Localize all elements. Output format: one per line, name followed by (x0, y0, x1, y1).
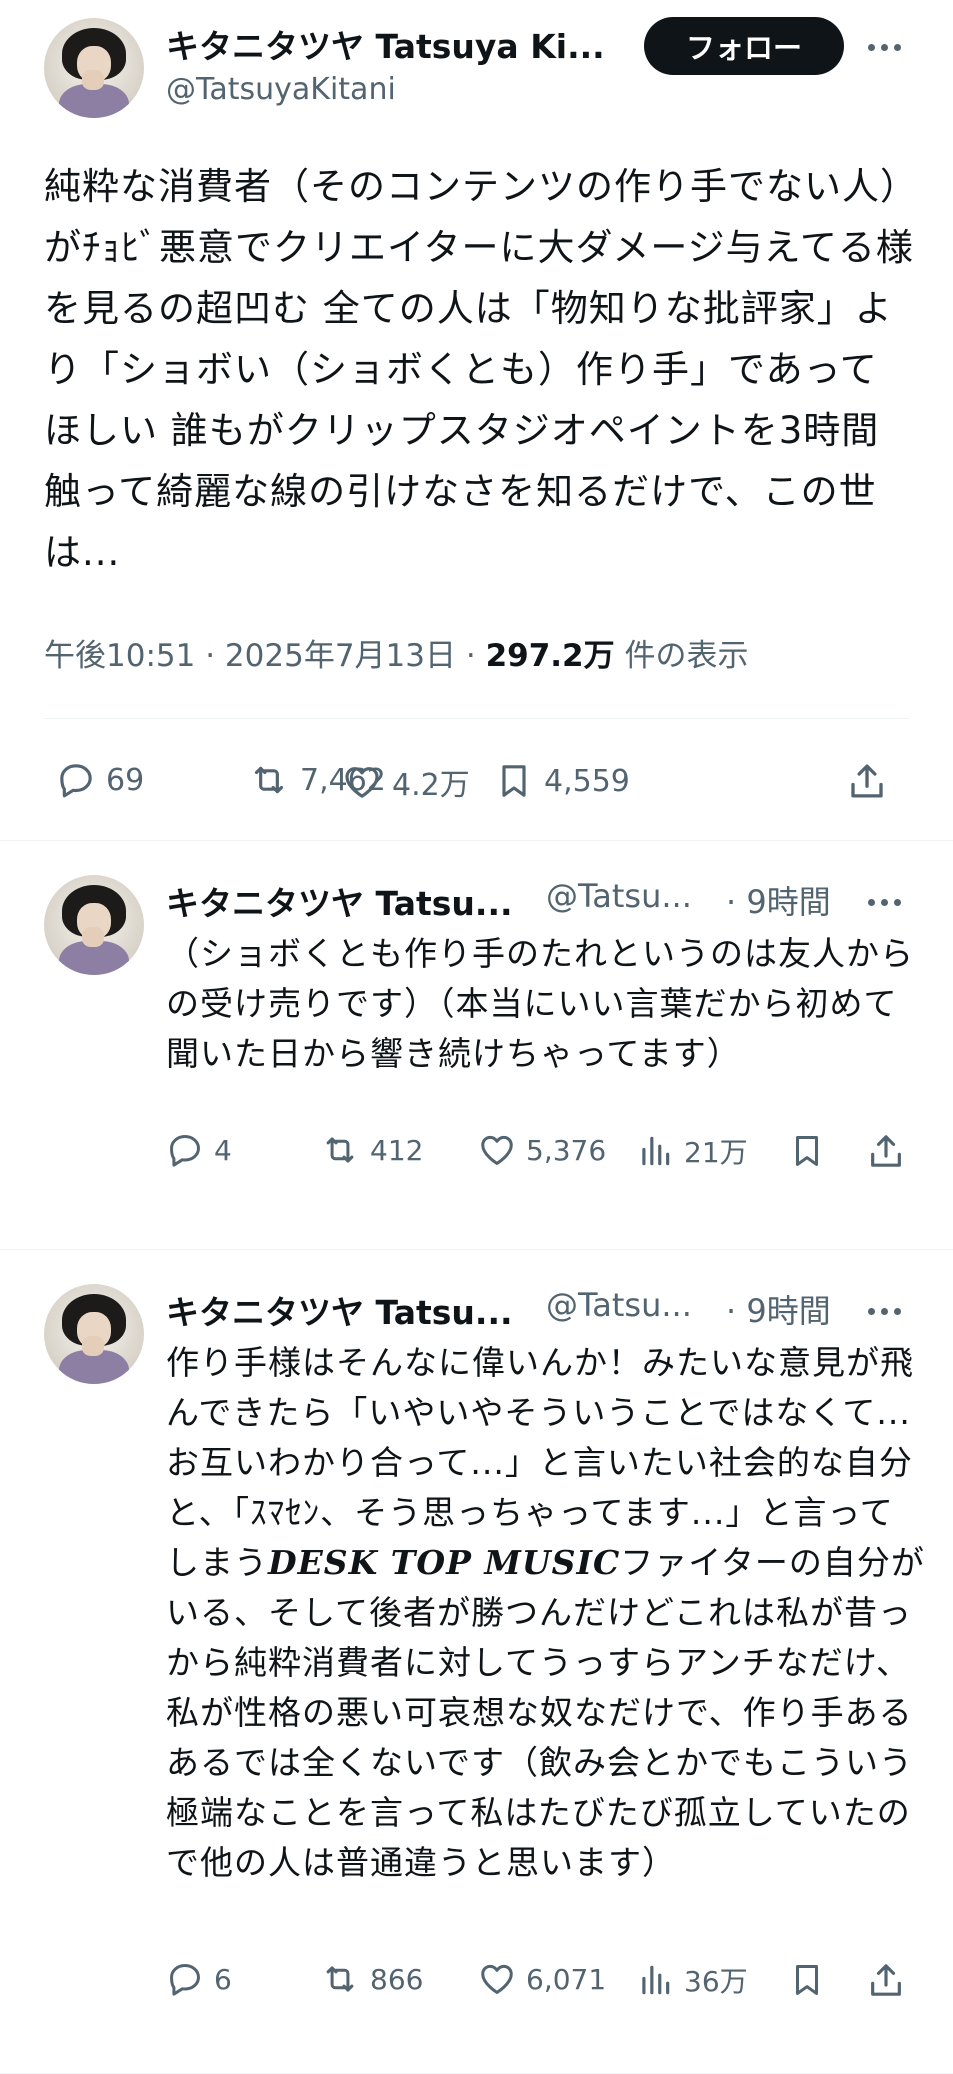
share-icon (866, 1960, 906, 2000)
reply-icon (56, 760, 96, 800)
views-count: 36万 (684, 1965, 748, 1998)
author-name[interactable]: キタニタツヤ Tatsu... (166, 877, 513, 925)
views-count: 297.2万 (485, 638, 615, 674)
analytics-icon (636, 1132, 674, 1170)
reply-icon (166, 1960, 204, 1998)
reply-post[interactable]: キタニタツヤ Tatsu... @Tatsu... · 9時間 （ショボくとも作… (0, 841, 953, 1250)
like-button[interactable]: 5,376 (478, 1131, 606, 1169)
analytics-icon (636, 1961, 674, 1999)
repost-button[interactable]: 412 (320, 1131, 423, 1169)
like-button[interactable]: 6,071 (478, 1960, 606, 1998)
reply-text: （ショボくとも作り手のたれというのは友人からの受け売りです）（本当にいい言葉だか… (166, 934, 914, 1073)
like-button[interactable]: 4.2万 (342, 760, 470, 804)
action-bar: 4 412 5,376 21万 (166, 1131, 926, 1181)
reply-text-part: ファイターの自分がいる、そして後者が勝つんだけどこれは私が昔っから純粋消費者に対… (166, 1543, 925, 1882)
like-count: 4.2万 (392, 768, 470, 803)
main-post: キタニタツヤ Tatsuya Ki... @TatsuyaKitani フォロー… (0, 0, 953, 841)
bookmark-count: 4,559 (544, 763, 630, 799)
views-count: 21万 (684, 1136, 748, 1169)
repost-icon (320, 1131, 360, 1169)
emphasis-text: DESK TOP MUSIC (268, 1543, 621, 1582)
repost-count: 412 (370, 1133, 424, 1167)
more-icon[interactable] (868, 1308, 901, 1315)
heart-icon (478, 1960, 516, 1998)
bookmark-icon (788, 1960, 826, 2000)
views-button[interactable]: 36万 (636, 1960, 748, 2000)
bookmark-icon (788, 1131, 826, 1171)
author-handle[interactable]: @Tatsu... (546, 1286, 692, 1324)
separator-dot: · (205, 638, 225, 674)
post-meta: 午後10:51 · 2025年7月13日 · 297.2万 件の表示 (44, 630, 748, 675)
author-handle[interactable]: @TatsuyaKitani (166, 72, 396, 107)
post-time[interactable]: · 9時間 (726, 1286, 831, 1332)
share-button[interactable] (866, 1131, 906, 1171)
reply-text: 作り手様はそんなに偉いんか！みたいな意見が飛んできたら「いやいやそういうことでは… (166, 1338, 926, 1888)
divider (44, 718, 910, 719)
reply-count: 69 (106, 762, 145, 798)
share-button[interactable] (866, 1960, 906, 2000)
share-icon (846, 760, 888, 802)
heart-icon (342, 762, 382, 802)
views-button[interactable]: 21万 (636, 1131, 748, 1171)
bookmark-button[interactable]: 4,559 (494, 760, 630, 802)
reply-button[interactable]: 6 (166, 1960, 232, 1998)
views-label: 件の表示 (624, 638, 749, 674)
bookmark-button[interactable] (788, 1960, 826, 2000)
action-bar: 6 866 6,071 36万 (166, 1960, 926, 2010)
post-date[interactable]: 2025年7月13日 (225, 638, 456, 674)
author-name[interactable]: キタニタツヤ Tatsuya Ki... (166, 20, 605, 68)
post-time[interactable]: 午後10:51 (44, 638, 195, 674)
author-avatar[interactable] (44, 875, 144, 975)
author-avatar[interactable] (44, 1284, 144, 1384)
more-icon[interactable] (868, 899, 901, 906)
reply-post[interactable]: キタニタツヤ Tatsu... @Tatsu... · 9時間 作り手様はそんな… (0, 1250, 953, 2074)
repost-icon (320, 1960, 360, 1998)
reply-count: 6 (214, 1962, 232, 1996)
follow-button[interactable]: フォロー (644, 17, 844, 75)
separator-dot: · (465, 638, 486, 674)
like-count: 6,071 (526, 1962, 607, 1996)
reply-button[interactable]: 69 (56, 760, 144, 800)
more-icon[interactable] (868, 44, 901, 51)
author-avatar[interactable] (44, 18, 144, 118)
author-handle[interactable]: @Tatsu... (546, 877, 692, 915)
post-text: 純粋な消費者（そのコンテンツの作り手でない人）がﾁｮﾋﾞ悪意でクリエイターに大ダ… (44, 165, 914, 574)
reply-icon (166, 1131, 204, 1169)
repost-icon (248, 760, 290, 800)
bookmark-icon (494, 760, 534, 802)
heart-icon (478, 1131, 516, 1169)
reply-count: 4 (214, 1133, 232, 1167)
like-count: 5,376 (526, 1133, 607, 1167)
action-bar: 69 7,462 4.2万 4,559 (56, 754, 906, 810)
author-name[interactable]: キタニタツヤ Tatsu... (166, 1286, 513, 1334)
repost-button[interactable]: 866 (320, 1960, 423, 1998)
share-icon (866, 1131, 906, 1171)
share-button[interactable] (846, 760, 888, 802)
bookmark-button[interactable] (788, 1131, 826, 1171)
repost-count: 866 (370, 1962, 424, 1996)
reply-button[interactable]: 4 (166, 1131, 232, 1169)
post-time[interactable]: · 9時間 (726, 877, 831, 923)
